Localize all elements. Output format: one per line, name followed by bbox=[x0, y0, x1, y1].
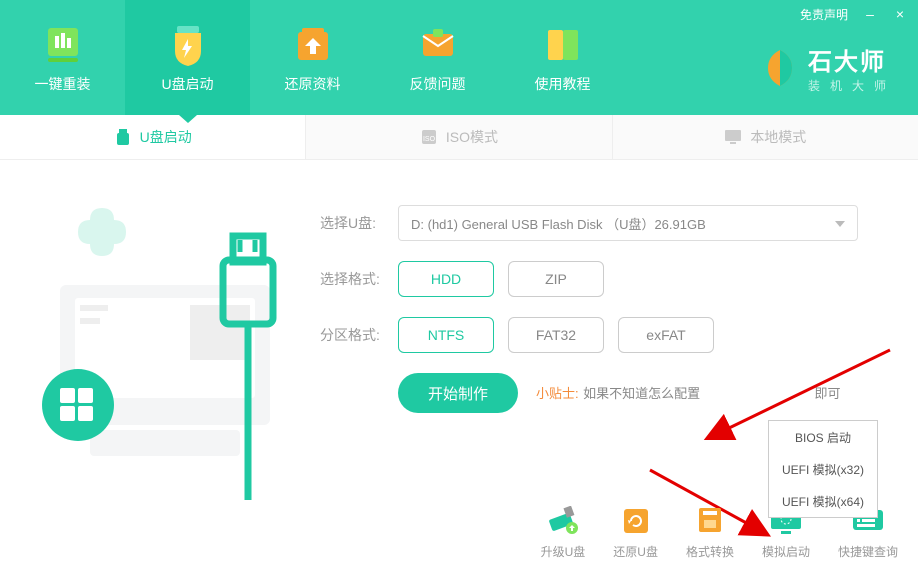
tip-text: 如果不知道怎么配置 bbox=[583, 386, 700, 401]
part-fat32-button[interactable]: FAT32 bbox=[508, 317, 604, 353]
format-icon bbox=[691, 505, 729, 537]
disclaimer-link[interactable]: 免责声明 bbox=[800, 6, 848, 23]
tab-tutorial-label: 使用教程 bbox=[535, 74, 591, 94]
restore-icon bbox=[290, 22, 336, 68]
tool-upgrade-label: 升级U盘 bbox=[541, 543, 586, 560]
mode-tab-usb-label: U盘启动 bbox=[140, 127, 192, 147]
tool-hotkey-label: 快捷键查询 bbox=[838, 543, 898, 560]
tab-usb-boot-label: U盘启动 bbox=[161, 74, 213, 94]
udisk-value: D: (hd1) General USB Flash Disk （U盘）26.9… bbox=[411, 214, 706, 233]
app-header: 一键重装 U盘启动 还原资料 反馈问题 使用教程 免责声 bbox=[0, 0, 918, 115]
feedback-icon bbox=[415, 22, 461, 68]
start-button[interactable]: 开始制作 bbox=[398, 373, 518, 413]
udisk-label: 选择U盘: bbox=[320, 213, 398, 233]
tool-restore-usb[interactable]: 还原U盘 bbox=[613, 505, 658, 560]
minimize-button[interactable]: – bbox=[862, 6, 878, 22]
mode-tab-usb[interactable]: U盘启动 bbox=[0, 115, 306, 159]
part-ntfs-button[interactable]: NTFS bbox=[398, 317, 494, 353]
restore-usb-icon bbox=[617, 505, 655, 537]
usb-shield-icon bbox=[165, 22, 211, 68]
close-button[interactable]: × bbox=[892, 6, 908, 22]
local-mini-icon bbox=[724, 128, 742, 146]
part-exfat-button[interactable]: exFAT bbox=[618, 317, 714, 353]
mode-tabs: U盘启动 ISO ISO模式 本地模式 bbox=[0, 115, 918, 160]
tool-simulate-label: 模拟启动 bbox=[762, 543, 810, 560]
upgrade-usb-icon bbox=[544, 505, 582, 537]
format-zip-button[interactable]: ZIP bbox=[508, 261, 604, 297]
brand-logo-icon bbox=[760, 48, 800, 88]
tab-tutorial[interactable]: 使用教程 bbox=[500, 0, 625, 115]
menu-bios[interactable]: BIOS 启动 bbox=[769, 421, 877, 453]
svg-text:ISO: ISO bbox=[423, 136, 436, 143]
tab-reinstall[interactable]: 一键重装 bbox=[0, 0, 125, 115]
tip-label: 小贴士: bbox=[536, 386, 579, 401]
tip-tail: 即可 bbox=[815, 386, 841, 401]
brand: 石大师 装机大师 bbox=[760, 42, 896, 94]
format-hdd-button[interactable]: HDD bbox=[398, 261, 494, 297]
illustration bbox=[30, 190, 290, 510]
tool-restore-usb-label: 还原U盘 bbox=[613, 543, 658, 560]
iso-mini-icon: ISO bbox=[420, 128, 438, 146]
menu-uefi-x32[interactable]: UEFI 模拟(x32) bbox=[769, 453, 877, 485]
tool-format-label: 格式转换 bbox=[686, 543, 734, 560]
mode-tab-iso-label: ISO模式 bbox=[446, 127, 498, 147]
brand-title: 石大师 bbox=[808, 42, 896, 77]
reinstall-icon bbox=[40, 22, 86, 68]
mode-tab-local-label: 本地模式 bbox=[750, 127, 806, 147]
boot-mode-menu: BIOS 启动 UEFI 模拟(x32) UEFI 模拟(x64) bbox=[768, 420, 878, 518]
partition-label: 分区格式: bbox=[320, 325, 398, 345]
mode-tab-local[interactable]: 本地模式 bbox=[613, 115, 918, 159]
form: 选择U盘: D: (hd1) General USB Flash Disk （U… bbox=[320, 205, 880, 413]
tab-feedback[interactable]: 反馈问题 bbox=[375, 0, 500, 115]
tab-restore[interactable]: 还原资料 bbox=[250, 0, 375, 115]
usb-mini-icon bbox=[114, 128, 132, 146]
body-area: 选择U盘: D: (hd1) General USB Flash Disk （U… bbox=[0, 160, 918, 578]
tab-usb-boot[interactable]: U盘启动 bbox=[125, 0, 250, 115]
header-tabs: 一键重装 U盘启动 还原资料 反馈问题 使用教程 bbox=[0, 0, 625, 115]
tab-restore-label: 还原资料 bbox=[285, 74, 341, 94]
tool-upgrade[interactable]: 升级U盘 bbox=[541, 505, 586, 560]
tab-feedback-label: 反馈问题 bbox=[410, 74, 466, 94]
tool-format[interactable]: 格式转换 bbox=[686, 505, 734, 560]
mode-tab-iso[interactable]: ISO ISO模式 bbox=[306, 115, 612, 159]
menu-uefi-x64[interactable]: UEFI 模拟(x64) bbox=[769, 485, 877, 517]
brand-subtitle: 装机大师 bbox=[808, 77, 896, 94]
udisk-select[interactable]: D: (hd1) General USB Flash Disk （U盘）26.9… bbox=[398, 205, 858, 241]
window-controls: 免责声明 – × bbox=[800, 0, 918, 28]
tutorial-icon bbox=[540, 22, 586, 68]
format-label: 选择格式: bbox=[320, 269, 398, 289]
tab-reinstall-label: 一键重装 bbox=[35, 74, 91, 94]
